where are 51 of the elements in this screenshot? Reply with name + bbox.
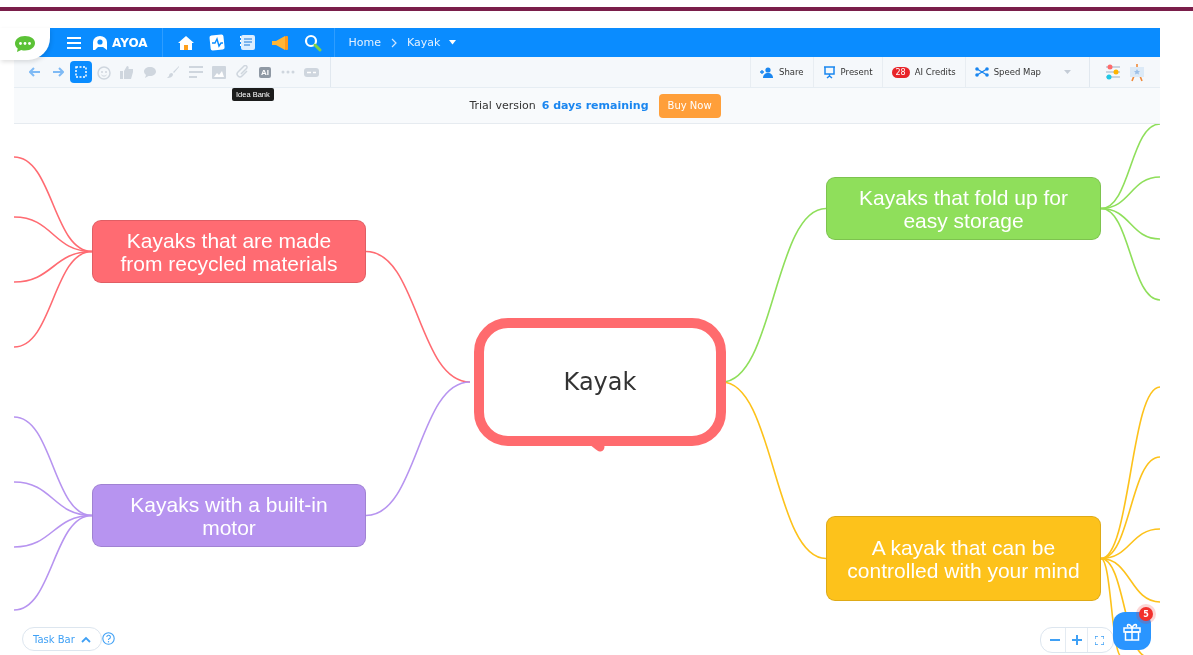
- notification-badge: 5: [1139, 607, 1153, 621]
- selection-icon: [75, 66, 87, 78]
- plus-icon: [1071, 635, 1082, 645]
- expand-icon: [1094, 635, 1104, 645]
- topic-node[interactable]: Kayaks that fold up for easy storage: [826, 177, 1101, 240]
- presentation-icon: [822, 65, 836, 79]
- buy-now-button[interactable]: Buy Now: [658, 93, 721, 118]
- notebook-icon[interactable]: [238, 34, 256, 51]
- home-icon[interactable]: [176, 34, 195, 51]
- topic-node[interactable]: Kayaks with a built-in motor: [92, 484, 366, 547]
- megaphone-icon[interactable]: [269, 34, 290, 51]
- add-user-icon: [760, 66, 775, 78]
- image-icon: [212, 65, 226, 79]
- chat-bubble-icon: [14, 35, 36, 53]
- chevron-right-icon: [390, 37, 399, 48]
- thumbs-up-icon: [120, 65, 134, 79]
- caret-down-icon[interactable]: [1064, 70, 1071, 74]
- central-topic-node[interactable]: Kayak: [474, 318, 726, 446]
- sliders-icon[interactable]: [1104, 63, 1122, 81]
- brush-icon: [166, 65, 180, 79]
- topic-node[interactable]: Kayaks that are made from recycled materials: [92, 220, 366, 283]
- logo-text: AYOA: [112, 35, 148, 50]
- trial-text: Trial version: [469, 99, 536, 112]
- tool-select-button[interactable]: [70, 61, 92, 83]
- network-icon: [974, 67, 989, 77]
- chevron-up-icon: [80, 635, 91, 643]
- minus-icon: [1049, 639, 1060, 641]
- days-remaining-text: 6 days remaining: [541, 99, 649, 112]
- topic-node[interactable]: A kayak that can be controlled with your mind: [826, 516, 1101, 601]
- tool-ai-button[interactable]: AI: [254, 61, 276, 83]
- redo-icon: [52, 67, 64, 77]
- gift-button[interactable]: [1113, 612, 1151, 650]
- smiley-icon: [96, 64, 112, 80]
- undo-icon: [29, 67, 41, 77]
- task-bar-button[interactable]: Task Bar: [22, 627, 102, 651]
- caret-down-icon[interactable]: [449, 40, 457, 45]
- more-icon: [281, 70, 295, 74]
- easel-icon[interactable]: [1128, 62, 1146, 82]
- logo-icon: [90, 34, 110, 51]
- search-icon[interactable]: [303, 33, 322, 52]
- activity-icon[interactable]: [208, 34, 225, 51]
- breadcrumb-link[interactable]: Kayak: [407, 36, 441, 49]
- paperclip-icon: [235, 65, 249, 79]
- help-icon[interactable]: [102, 632, 115, 645]
- gift-icon: [1122, 621, 1142, 641]
- toggle-icon: [303, 67, 319, 77]
- menu-icon[interactable]: [66, 35, 82, 50]
- breadcrumb-link[interactable]: Home: [348, 36, 382, 49]
- comment-icon: [143, 66, 157, 78]
- chat-button[interactable]: [0, 28, 50, 60]
- text-lines-icon: [189, 66, 203, 78]
